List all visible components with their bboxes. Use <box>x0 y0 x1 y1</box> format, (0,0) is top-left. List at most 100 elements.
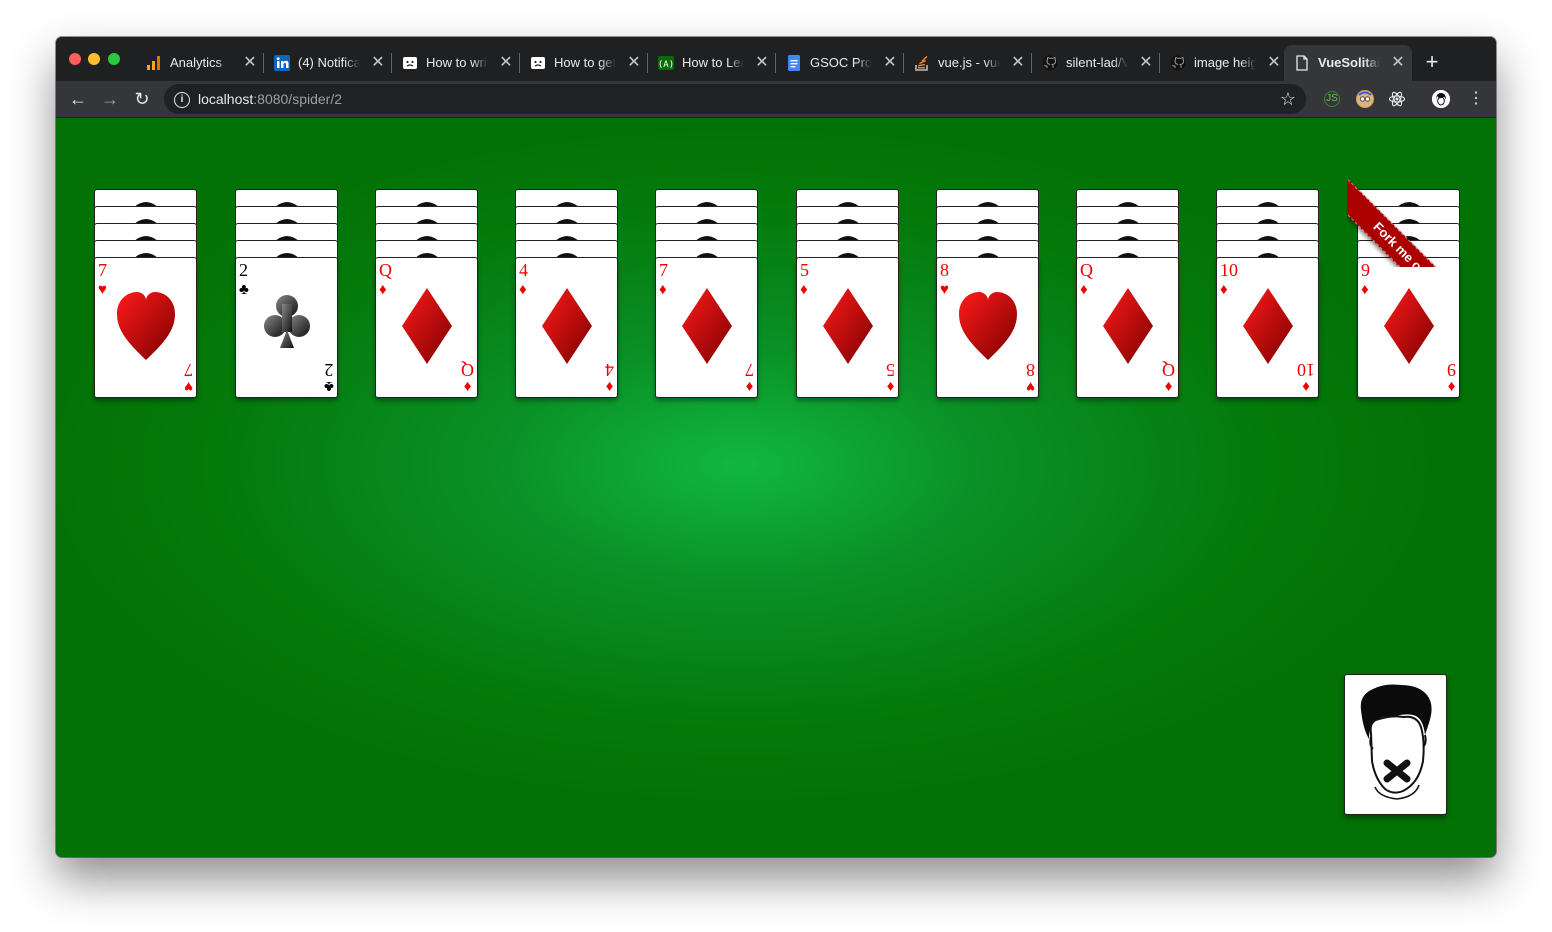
tab-how-to-get[interactable]: How to get ✕ <box>520 45 648 81</box>
card-rank: 7 <box>184 360 193 380</box>
card-suit-pip: ♦ <box>1302 378 1310 395</box>
card-suit-pip: ♥ <box>940 281 949 298</box>
minimize-window-button[interactable] <box>88 53 100 65</box>
club-suit-icon <box>264 295 310 348</box>
close-tab-icon[interactable]: ✕ <box>370 53 386 73</box>
browser-menu-icon[interactable]: ⋮ <box>1468 89 1484 109</box>
bookmark-star-icon[interactable]: ☆ <box>1280 89 1296 109</box>
close-tab-icon[interactable]: ✕ <box>626 53 642 73</box>
tab-how-to-learn[interactable]: (A) How to Learn ✕ <box>648 45 776 81</box>
profile-avatar-icon[interactable] <box>1432 90 1450 108</box>
close-tab-icon[interactable]: ✕ <box>754 53 770 73</box>
forward-button[interactable]: → <box>98 87 122 111</box>
card-suit-pip: ♦ <box>379 281 387 298</box>
card-corner-inverted: ♦ 9 <box>1447 360 1456 395</box>
close-tab-icon[interactable]: ✕ <box>498 53 514 73</box>
card-suit-pip: ♥ <box>1026 378 1035 395</box>
card-rank: 9 <box>1447 360 1456 380</box>
card-back-face-icon <box>1360 684 1432 800</box>
analytics-icon <box>146 55 162 71</box>
url-host: localhost <box>198 91 254 107</box>
card-rank: Q <box>1162 360 1175 380</box>
new-tab-button[interactable]: + <box>1420 51 1444 75</box>
diamond-suit-icon <box>1384 288 1434 364</box>
back-button[interactable]: ← <box>66 87 90 111</box>
react-devtools-icon[interactable] <box>1388 90 1406 108</box>
tab-gsoc-proposal[interactable]: GSOC Proposal ✕ <box>776 45 904 81</box>
browser-toolbar: ← → ↻ i localhost:8080/spider/2 ☆ JS ⋮ <box>56 81 1496 118</box>
face-up-card[interactable]: 10 ♦ ♦ 10 <box>1216 257 1319 398</box>
face-up-card[interactable]: 4 ♦ ♦ 4 <box>515 257 618 398</box>
site-info-icon[interactable]: i <box>174 92 190 108</box>
browser-window: Analytics ✕ (4) Notifications ✕ How to w… <box>56 37 1496 857</box>
card-rank: 7 <box>659 260 668 280</box>
card-suit-pip: ♦ <box>605 378 614 395</box>
nodejs-extension-icon[interactable]: JS <box>1324 91 1340 107</box>
face-up-card[interactable]: Q ♦ ♦ Q <box>1076 257 1179 398</box>
card-suit-pip: ♦ <box>800 281 808 298</box>
zoom-window-button[interactable] <box>108 53 120 65</box>
card-rank: 4 <box>605 360 614 380</box>
close-tab-icon[interactable]: ✕ <box>1390 53 1406 73</box>
close-tab-icon[interactable]: ✕ <box>1266 53 1282 73</box>
close-tab-icon[interactable]: ✕ <box>1138 53 1154 73</box>
freecodecamp-icon: (A) <box>658 55 674 71</box>
close-tab-icon[interactable]: ✕ <box>882 53 898 73</box>
heart-suit-icon <box>959 292 1017 360</box>
card-suit-pip: ♣ <box>239 281 249 298</box>
card-suit-pip: ♦ <box>1220 281 1228 298</box>
card-suit-pip: ♣ <box>324 378 334 395</box>
close-tab-icon[interactable]: ✕ <box>1010 53 1026 73</box>
card-suit-pip: ♥ <box>98 281 107 298</box>
close-tab-icon[interactable]: ✕ <box>242 53 258 73</box>
tab-analytics[interactable]: Analytics ✕ <box>136 45 264 81</box>
face-up-card[interactable]: 2 ♣ ♣ 2 <box>235 257 338 398</box>
card-rank: 5 <box>886 360 895 380</box>
tab-vuesolitaire-active[interactable]: VueSolitaire ✕ <box>1284 45 1412 81</box>
address-bar[interactable]: i localhost:8080/spider/2 ☆ <box>164 84 1306 114</box>
avatar-extension-icon[interactable] <box>1356 90 1374 108</box>
linkedin-icon <box>274 55 290 71</box>
tab-how-to-write[interactable]: How to write ✕ <box>392 45 520 81</box>
tab-linkedin[interactable]: (4) Notifications ✕ <box>264 45 392 81</box>
card-corner-inverted: ♣ 2 <box>324 360 334 395</box>
card-suit-pip: ♦ <box>1080 281 1088 298</box>
heart-suit-icon <box>117 292 175 360</box>
reload-button[interactable]: ↻ <box>130 87 154 111</box>
card-rank: 10 <box>1297 360 1315 380</box>
fork-ribbon[interactable]: Fork me on GitHub <box>1347 118 1496 267</box>
card-rank: Q <box>461 360 474 380</box>
tab-strip: Analytics ✕ (4) Notifications ✕ How to w… <box>56 37 1496 81</box>
card-suit-pip: ♦ <box>886 378 895 395</box>
face-up-card[interactable]: Q ♦ ♦ Q <box>375 257 478 398</box>
fork-me-on-github-link[interactable]: Fork me on GitHub <box>1347 172 1496 267</box>
diamond-suit-icon <box>823 288 873 364</box>
tab-stackoverflow[interactable]: vue.js - vue ✕ <box>904 45 1032 81</box>
card-rank: Q <box>379 260 392 280</box>
face-up-card[interactable]: 7 ♥ ♥ 7 <box>94 257 197 398</box>
url-text[interactable]: localhost:8080/spider/2 <box>198 91 342 107</box>
card-rank: 10 <box>1220 260 1238 280</box>
card-suit-pip: ♦ <box>463 378 472 395</box>
tab-github-vuesolitaire[interactable]: silent-lad/VueSolitaire ✕ <box>1032 45 1160 81</box>
article-icon <box>402 55 418 71</box>
card-rank: 8 <box>1026 360 1035 380</box>
face-up-card[interactable]: 8 ♥ ♥ 8 <box>936 257 1039 398</box>
stackoverflow-icon <box>914 55 930 71</box>
url-path: :8080/spider/2 <box>253 91 342 107</box>
tab-image-height[interactable]: image height ✕ <box>1160 45 1288 81</box>
stock-pile[interactable] <box>1344 674 1447 815</box>
page-icon <box>1294 55 1310 71</box>
solitaire-board: 7 ♥ ♥ 7 2 ♣ ♣ 2 Q ♦ ♦ Q 4 ♦ ♦ 4 7 ♦ ♦ 7 5 ♦ ♦ 5 8 ♥ ♥ 8 Q ♦ ♦ Q 10 ♦ ♦ 10 9 ♦… <box>56 118 1496 857</box>
card-suit-pip: ♦ <box>1447 378 1456 395</box>
google-docs-icon <box>786 55 802 71</box>
close-window-button[interactable] <box>69 53 81 65</box>
card-rank: Q <box>1080 260 1093 280</box>
face-up-card[interactable]: 5 ♦ ♦ 5 <box>796 257 899 398</box>
face-up-card[interactable]: 7 ♦ ♦ 7 <box>655 257 758 398</box>
card-rank: 8 <box>940 260 949 280</box>
card-suit-pip: ♦ <box>1164 378 1173 395</box>
card-corner-inverted: ♥ 8 <box>1026 360 1035 395</box>
face-up-card[interactable]: 9 ♦ ♦ 9 <box>1357 257 1460 398</box>
card-corner-inverted: ♥ 7 <box>184 360 193 395</box>
